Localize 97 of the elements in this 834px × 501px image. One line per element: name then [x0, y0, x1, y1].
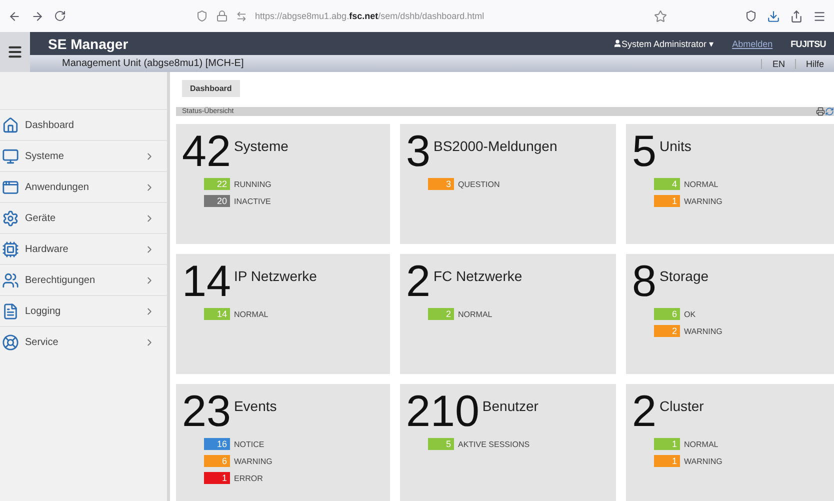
status-label: AKTIVE SESSIONS	[458, 440, 530, 448]
language-link[interactable]: EN	[761, 58, 795, 68]
share-icon[interactable]	[790, 10, 803, 22]
menu-icon[interactable]	[813, 10, 826, 22]
breadcrumb-tab[interactable]: Dashboard	[182, 80, 240, 97]
refresh-icon[interactable]	[825, 107, 834, 116]
sidebar-item[interactable]: Berechtigungen	[0, 264, 167, 295]
status-count: 20	[204, 195, 230, 207]
status-count: 14	[204, 308, 230, 320]
lock-icon	[216, 10, 228, 22]
monitor-icon	[2, 148, 19, 164]
status-label: NORMAL	[684, 440, 718, 448]
card-count: 2	[406, 262, 430, 302]
unit-label: Management Unit (abgse8mu1) [MCH-E]	[62, 58, 245, 69]
status-label: NORMAL	[684, 180, 718, 188]
sidebar-item[interactable]: Anwendungen	[0, 171, 167, 202]
card-count: 210	[406, 392, 480, 432]
card-title: Events	[234, 398, 277, 416]
status-label: INACTIVE	[234, 196, 271, 206]
sidebar-label: Dashboard	[25, 120, 75, 130]
sidebar-label: Logging	[25, 306, 62, 316]
home-icon	[2, 116, 19, 134]
card-title: BS2000-Meldungen	[433, 138, 558, 156]
sidebar-item[interactable]: Dashboard	[0, 109, 167, 140]
status-label: WARNING	[684, 456, 722, 466]
download-icon[interactable]	[767, 10, 780, 22]
sidebar-label: Berechtigungen	[25, 274, 96, 286]
card-count: 42	[182, 132, 231, 172]
card-title: Units	[659, 138, 692, 156]
forward-icon[interactable]	[31, 10, 44, 22]
status-label: QUESTION	[458, 180, 500, 188]
status-label: NOTICE	[234, 440, 264, 448]
card-title: Benutzer	[482, 398, 538, 416]
card-title: Cluster	[659, 398, 704, 416]
chip-icon	[2, 240, 19, 258]
status-count: 1	[204, 472, 230, 484]
sidebar-label: Anwendungen	[25, 182, 90, 192]
card-title: IP Netzwerke	[234, 268, 317, 286]
status-label: ERROR	[234, 474, 263, 482]
back-icon[interactable]	[8, 10, 21, 22]
users-icon	[2, 272, 19, 288]
status-count: 6	[204, 455, 230, 467]
status-count: 1	[654, 195, 680, 207]
help-link[interactable]: Hilfe	[794, 58, 834, 68]
status-count: 3	[428, 178, 454, 190]
card-title: Systeme	[234, 138, 288, 156]
status-label: OK	[684, 310, 696, 318]
logout-link[interactable]: Abmelden	[732, 38, 773, 48]
document-icon	[2, 302, 19, 320]
card-count: 8	[632, 262, 656, 302]
sidebar-item[interactable]: Geräte	[0, 202, 167, 233]
lifebuoy-icon	[2, 334, 19, 350]
status-count: 22	[204, 178, 230, 190]
menu-button[interactable]	[0, 32, 30, 72]
user-menu[interactable]: System Administrator ▾	[622, 38, 714, 48]
sidebar-label: Systeme	[25, 150, 65, 162]
brand-logo: FUJITSU	[790, 38, 826, 48]
pocket-icon[interactable]	[745, 10, 757, 22]
arrows-icon	[236, 10, 247, 22]
sidebar-label: Geräte	[25, 212, 57, 224]
card-title: FC Netzwerke	[433, 268, 522, 286]
status-count: 4	[654, 178, 680, 190]
app-title: SE Manager	[48, 36, 130, 52]
status-count: 2	[428, 308, 454, 320]
gear-icon	[2, 210, 19, 226]
user-icon	[612, 39, 622, 48]
window-icon	[2, 178, 19, 196]
card-count: 23	[182, 392, 231, 432]
printer-icon[interactable]	[816, 107, 825, 116]
status-count: 1	[654, 455, 680, 467]
status-label: WARNING	[684, 326, 722, 336]
status-count: 6	[654, 308, 680, 320]
sidebar-label: Hardware	[25, 244, 70, 254]
status-count: 2	[654, 325, 680, 337]
sidebar-label: Service	[25, 336, 60, 348]
status-label: NORMAL	[458, 310, 492, 318]
card-count: 14	[182, 262, 231, 302]
sidebar-item[interactable]: Systeme	[0, 140, 167, 171]
card-title: Storage	[659, 268, 709, 286]
card-count: 2	[632, 392, 656, 432]
status-count: 1	[654, 438, 680, 450]
status-label: RUNNING	[234, 180, 272, 188]
menu-icon	[7, 44, 23, 60]
card-count: 5	[632, 132, 656, 172]
star-icon[interactable]	[654, 10, 667, 22]
url-field[interactable]: https://abgse8mu1.abg.fsc.net/sem/dshb/dashboard.html	[255, 11, 484, 21]
status-label: WARNING	[234, 456, 272, 466]
sidebar-item[interactable]: Hardware	[0, 233, 167, 264]
status-label: NORMAL	[234, 310, 268, 318]
status-count: 5	[428, 438, 454, 450]
sidebar-item[interactable]: Logging	[0, 295, 167, 326]
sidebar-item[interactable]: Service	[0, 326, 167, 357]
status-count: 16	[204, 438, 230, 450]
reload-icon[interactable]	[54, 10, 66, 22]
shield-icon	[196, 10, 208, 22]
status-label: WARNING	[684, 196, 722, 206]
card-count: 3	[406, 132, 430, 172]
